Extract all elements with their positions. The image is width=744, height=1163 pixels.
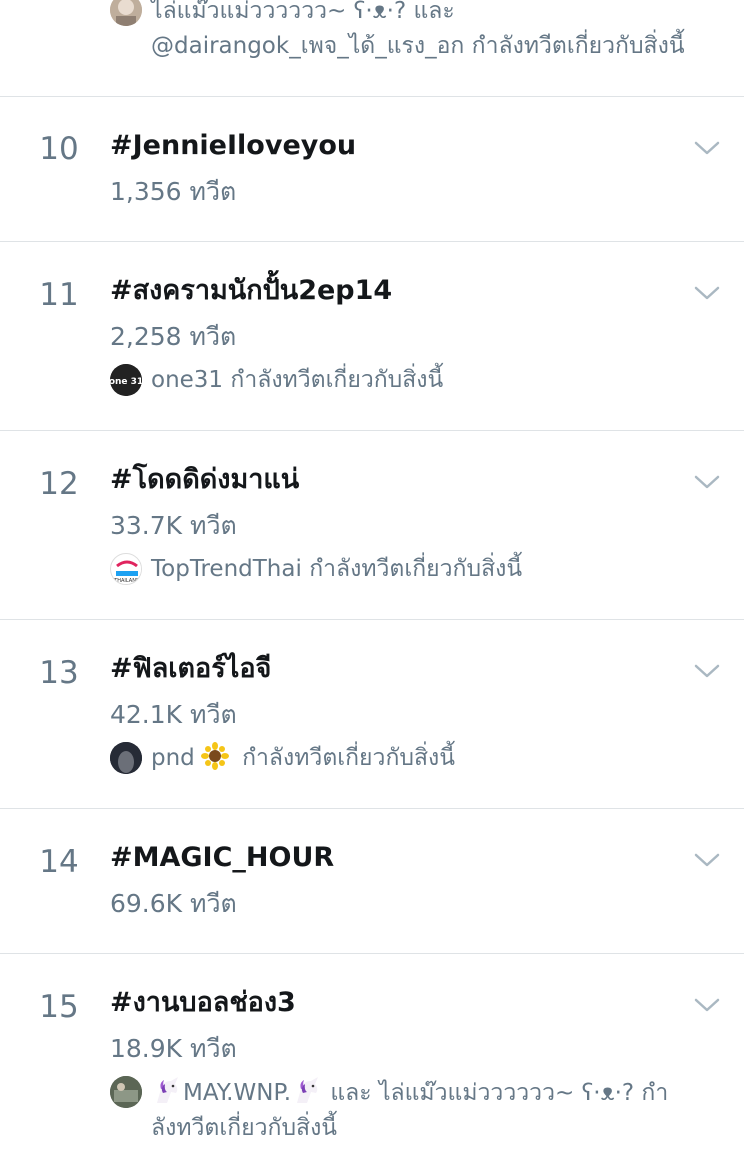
tweet-count: 2,258 ทวีต: [110, 322, 237, 351]
avatar-label: one 31: [110, 377, 142, 387]
context-user[interactable]: TopTrendThai: [151, 556, 302, 582]
avatar: [110, 742, 142, 774]
trend-hashtag[interactable]: #JennieIloveyou: [110, 127, 356, 165]
trend-item-10[interactable]: 10 #JennieIloveyou 1,356 ทวีต: [0, 97, 744, 242]
chevron-down-icon[interactable]: [694, 140, 720, 156]
trend-rank: 13: [39, 655, 79, 691]
tweet-count: 42.1K ทวีต: [110, 700, 237, 729]
trend-context: one31 กำลังทวีตเกี่ยวกับสิ่งนี้: [151, 363, 443, 398]
avatar: THAILAND: [110, 553, 142, 585]
trend-rank: 12: [39, 466, 79, 502]
trend-item-14[interactable]: 14 #MAGIC_HOUR 69.6K ทวีต: [0, 809, 744, 954]
context-suffix: และ ไล่แม๊วแม่วววววว~ ʕ·ᴥ·? กำ: [330, 1080, 669, 1106]
context-user[interactable]: MAY.WNP.: [183, 1080, 291, 1106]
trend-item-15[interactable]: 15 #งานบอลช่อง3 18.9K ทวีต MAY.WNP. และ …: [0, 954, 744, 1163]
trend-item-12[interactable]: 12 #โดดดิด่งมาแน่ 33.7K ทวีต THAILAND To…: [0, 431, 744, 620]
unicorn-icon: [297, 1077, 319, 1103]
trend-rank: 11: [39, 277, 79, 313]
chevron-down-icon[interactable]: [694, 474, 720, 490]
tweet-count: 18.9K ทวีต: [110, 1034, 237, 1063]
avatar: [110, 0, 142, 26]
avatar: one 31: [110, 364, 142, 396]
context-suffix: กำลังทวีตเกี่ยวกับสิ่งนี้: [230, 367, 444, 393]
trend-hashtag[interactable]: #โดดดิด่งมาแน่: [110, 461, 299, 499]
trend-item-11[interactable]: 11 #สงครามนักปั้น2ep14 2,258 ทวีต one 31…: [0, 242, 744, 431]
trend-context-line-1: ไล่แม๊วแม่วววววว~ ʕ·ᴥ·? และ: [151, 0, 455, 24]
sunflower-icon: [200, 742, 229, 770]
trend-context-line-2: @dairangok_เพจ_ได้_แรง_อก กำลังทวีตเกี่ย…: [151, 33, 685, 59]
trend-item-13[interactable]: 13 #ฟิลเตอร์ไอจี 42.1K ทวีต pnd กำลังทวี…: [0, 620, 744, 809]
tweet-count: 33.7K ทวีต: [110, 511, 237, 540]
trend-rank: 10: [39, 131, 79, 167]
tweet-count: 1,356 ทวีต: [110, 177, 237, 206]
context-user[interactable]: pnd: [151, 745, 195, 771]
tweet-count: 69.6K ทวีต: [110, 889, 237, 918]
context-suffix: กำลังทวีตเกี่ยวกับสิ่งนี้: [242, 745, 455, 771]
trend-context-line-1: MAY.WNP. และ ไล่แม๊วแม่วววววว~ ʕ·ᴥ·? กำ: [151, 1075, 668, 1111]
trend-item-partial[interactable]: ไล่แม๊วแม่วววววว~ ʕ·ᴥ·? และ @dairangok_เ…: [0, 0, 744, 97]
trend-context: pnd กำลังทวีตเกี่ยวกับสิ่งนี้: [151, 741, 455, 776]
chevron-down-icon[interactable]: [694, 663, 720, 679]
trend-hashtag[interactable]: #ฟิลเตอร์ไอจี: [110, 650, 271, 688]
chevron-down-icon[interactable]: [694, 997, 720, 1013]
trend-rank: 14: [39, 844, 79, 880]
avatar-label: THAILAND: [113, 578, 140, 584]
avatar: [110, 1076, 142, 1108]
trend-rank: 15: [39, 989, 79, 1025]
context-suffix: กำลังทวีตเกี่ยวกับสิ่งนี้: [309, 556, 523, 582]
context-user[interactable]: one31: [151, 367, 223, 393]
trend-context: TopTrendThai กำลังทวีตเกี่ยวกับสิ่งนี้: [151, 552, 522, 587]
chevron-down-icon[interactable]: [694, 285, 720, 301]
trend-hashtag[interactable]: #MAGIC_HOUR: [110, 839, 334, 877]
trend-hashtag[interactable]: #สงครามนักปั้น2ep14: [110, 272, 392, 310]
unicorn-icon: [157, 1077, 178, 1103]
trend-context-line-2: ลังทวีตเกี่ยวกับสิ่งนี้: [151, 1115, 338, 1141]
trend-hashtag[interactable]: #งานบอลช่อง3: [110, 984, 296, 1022]
chevron-down-icon[interactable]: [694, 852, 720, 868]
